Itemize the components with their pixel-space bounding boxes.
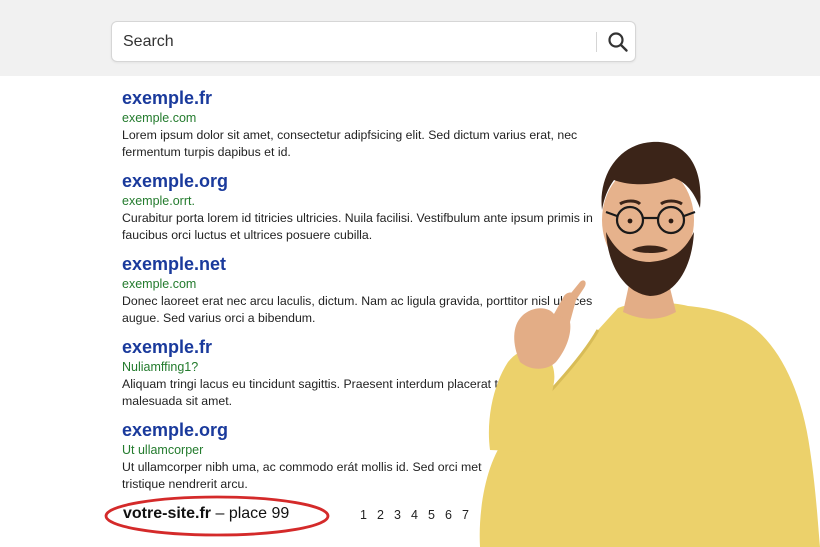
person-illustration <box>479 141 820 547</box>
page-link[interactable]: 4 <box>411 508 428 522</box>
your-site-domain: votre-site.fr <box>123 505 212 522</box>
your-site-place: – place 99 <box>215 505 290 522</box>
search-icon <box>608 32 628 52</box>
search-divider <box>596 32 597 52</box>
page-link[interactable]: 2 <box>377 508 394 522</box>
page-link[interactable]: 6 <box>445 508 462 522</box>
page-link[interactable]: 3 <box>394 508 411 522</box>
search-bar[interactable] <box>111 21 636 62</box>
result-url: exemple.com <box>122 111 197 125</box>
page-link[interactable]: 5 <box>428 508 445 522</box>
search-button[interactable] <box>606 30 630 54</box>
pagination: 1234567 <box>360 508 479 522</box>
search-input[interactable] <box>123 31 593 53</box>
your-site-rank: votre-site.fr – place 99 <box>123 505 289 523</box>
page-link[interactable]: 1 <box>360 508 377 522</box>
result-title-link[interactable]: exemple.fr <box>122 87 622 109</box>
